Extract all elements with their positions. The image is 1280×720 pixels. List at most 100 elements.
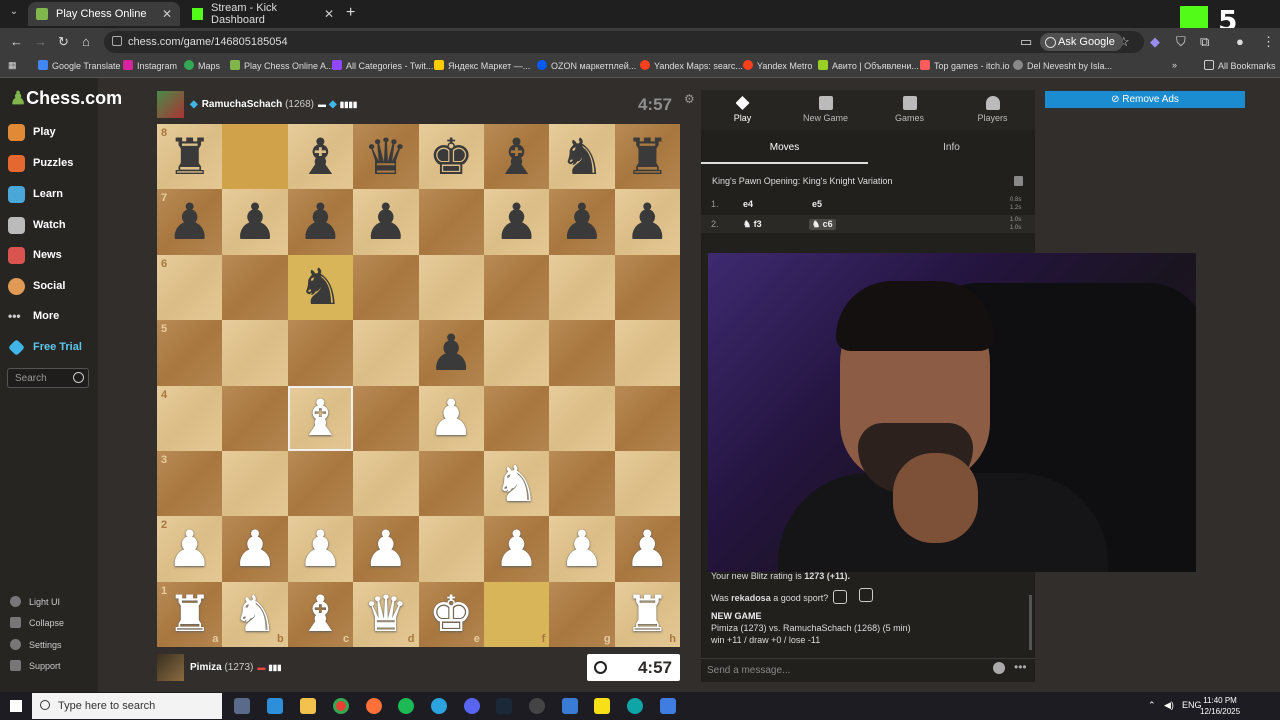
discord-icon[interactable]: [464, 698, 480, 714]
cast-icon[interactable]: ▭: [1020, 34, 1032, 50]
spotify-icon[interactable]: [398, 698, 414, 714]
square-c6[interactable]: ♞: [287, 254, 354, 321]
support-button[interactable]: Support: [10, 660, 61, 671]
board-settings-icon[interactable]: ⚙: [684, 92, 695, 106]
chess-logo[interactable]: ♟Chess.com: [10, 88, 122, 109]
sidebar-item-more[interactable]: ••• More: [8, 306, 59, 326]
vpn-icon[interactable]: [562, 698, 578, 714]
task-view-icon[interactable]: [234, 698, 250, 714]
square-c3[interactable]: [287, 450, 354, 517]
bookmark-ozon[interactable]: OZON маркетплей...: [537, 60, 636, 71]
square-d2[interactable]: ♟: [353, 516, 419, 582]
bookmark-instagram[interactable]: Instagram: [123, 60, 177, 71]
black-pawn-piece[interactable]: ♟: [353, 189, 418, 254]
reload-icon[interactable]: ↻: [58, 34, 69, 50]
chat-scrollbar[interactable]: [1029, 595, 1032, 650]
square-e6[interactable]: [418, 254, 484, 321]
white-move[interactable]: e4: [743, 199, 753, 209]
tab-kick[interactable]: Stream - Kick Dashboard ✕: [184, 2, 342, 26]
square-f8[interactable]: ♝: [483, 124, 550, 190]
square-h5[interactable]: [614, 320, 680, 386]
black-bishop-piece[interactable]: ♝: [288, 124, 353, 189]
chat-message-input[interactable]: Send a message...: [701, 658, 1035, 682]
tab-games[interactable]: Games: [868, 96, 951, 123]
white-pawn-piece[interactable]: ♟: [353, 516, 418, 581]
sidebar-item-watch[interactable]: Watch: [8, 215, 66, 235]
square-b3[interactable]: [222, 450, 288, 517]
white-move[interactable]: ♞ f3: [743, 219, 762, 230]
square-g1[interactable]: g: [549, 581, 615, 647]
black-queen-piece[interactable]: ♛: [353, 124, 418, 189]
tab-players[interactable]: Players: [951, 96, 1034, 123]
square-a1[interactable]: ♜ 1 a: [157, 581, 223, 647]
black-king-piece[interactable]: ♚: [419, 124, 484, 189]
black-move-current[interactable]: ♞ c6: [809, 219, 836, 230]
trash-icon[interactable]: [1014, 176, 1023, 186]
square-d8[interactable]: ♛: [353, 124, 419, 190]
tray-chevron-icon[interactable]: ⌃: [1148, 700, 1156, 711]
bookmark-google-translate[interactable]: Google Translate: [38, 60, 121, 71]
square-c5[interactable]: [287, 320, 354, 386]
square-a3[interactable]: 3: [157, 450, 223, 517]
square-g5[interactable]: [549, 320, 615, 386]
black-pawn-piece[interactable]: ♟: [549, 189, 614, 254]
white-pawn-piece[interactable]: ♟: [615, 516, 680, 581]
subtab-info[interactable]: Info: [868, 142, 1035, 153]
language-indicator[interactable]: ENG: [1182, 700, 1202, 710]
square-d4[interactable]: [353, 385, 419, 451]
edge-icon[interactable]: [627, 698, 643, 714]
tab-new-game[interactable]: New Game: [784, 96, 867, 123]
square-h4[interactable]: [614, 385, 680, 451]
collapse-button[interactable]: Collapse: [10, 617, 64, 628]
square-e2[interactable]: [418, 516, 484, 582]
black-move[interactable]: e5: [809, 199, 825, 209]
ask-google-button[interactable]: Ask Google: [1040, 33, 1123, 51]
avatar[interactable]: [157, 653, 184, 681]
chrome-icon[interactable]: [333, 698, 349, 714]
black-pawn-piece[interactable]: ♟: [419, 320, 484, 385]
square-f7[interactable]: ♟: [483, 189, 550, 255]
white-knight-piece[interactable]: ♞: [484, 451, 549, 516]
square-h8[interactable]: ♜: [614, 124, 680, 190]
square-b4[interactable]: [222, 385, 288, 451]
obs-icon[interactable]: [529, 698, 545, 714]
bookmark-yandex-maps[interactable]: Yandex Maps: searc...: [640, 60, 743, 71]
file-explorer-icon[interactable]: [300, 698, 316, 714]
black-knight-piece[interactable]: ♞: [549, 124, 614, 189]
tab-search-button[interactable]: ⌄: [6, 6, 22, 22]
square-b6[interactable]: [222, 254, 288, 321]
emoji-icon[interactable]: [993, 662, 1005, 674]
square-e5[interactable]: ♟: [418, 320, 484, 386]
square-f4[interactable]: [483, 385, 550, 451]
square-a6[interactable]: 6: [157, 254, 223, 321]
bookmark-avito[interactable]: Авито | Объявлени...: [818, 60, 919, 71]
square-c7[interactable]: ♟: [287, 189, 354, 255]
square-b2[interactable]: ♟: [222, 516, 288, 582]
sidebar-item-free-trial[interactable]: Free Trial: [8, 337, 82, 357]
app-icon[interactable]: [594, 698, 610, 714]
black-pawn-piece[interactable]: ♟: [222, 189, 287, 254]
square-h3[interactable]: [614, 450, 680, 517]
steam-icon[interactable]: [496, 698, 512, 714]
square-d3[interactable]: [353, 450, 419, 517]
forward-icon[interactable]: →: [34, 34, 47, 49]
new-tab-button[interactable]: +: [346, 4, 355, 22]
square-h1[interactable]: ♜ h: [614, 581, 680, 647]
bookmark-yandex-metro[interactable]: Yandex Metro: [743, 60, 812, 71]
telegram-icon[interactable]: [431, 698, 447, 714]
home-icon[interactable]: ⌂: [82, 34, 90, 49]
square-c4[interactable]: ♝: [287, 385, 354, 451]
light-ui-toggle[interactable]: Light UI: [10, 596, 60, 607]
square-b1[interactable]: ♞ b: [222, 581, 288, 647]
square-g7[interactable]: ♟: [549, 189, 615, 255]
square-d7[interactable]: ♟: [353, 189, 419, 255]
white-bishop-piece[interactable]: ♝: [288, 386, 353, 451]
tab-chess[interactable]: Play Chess Online for FREE ✕: [28, 2, 180, 26]
square-f3[interactable]: ♞: [483, 450, 550, 517]
sidebar-item-learn[interactable]: Learn: [8, 184, 63, 204]
sidebar-item-puzzles[interactable]: Puzzles: [8, 153, 73, 173]
thumbs-down-icon[interactable]: [859, 588, 873, 602]
square-a8[interactable]: ♜ 8: [157, 124, 223, 190]
chat-options-icon[interactable]: •••: [1014, 660, 1027, 674]
app-icon[interactable]: [267, 698, 283, 714]
